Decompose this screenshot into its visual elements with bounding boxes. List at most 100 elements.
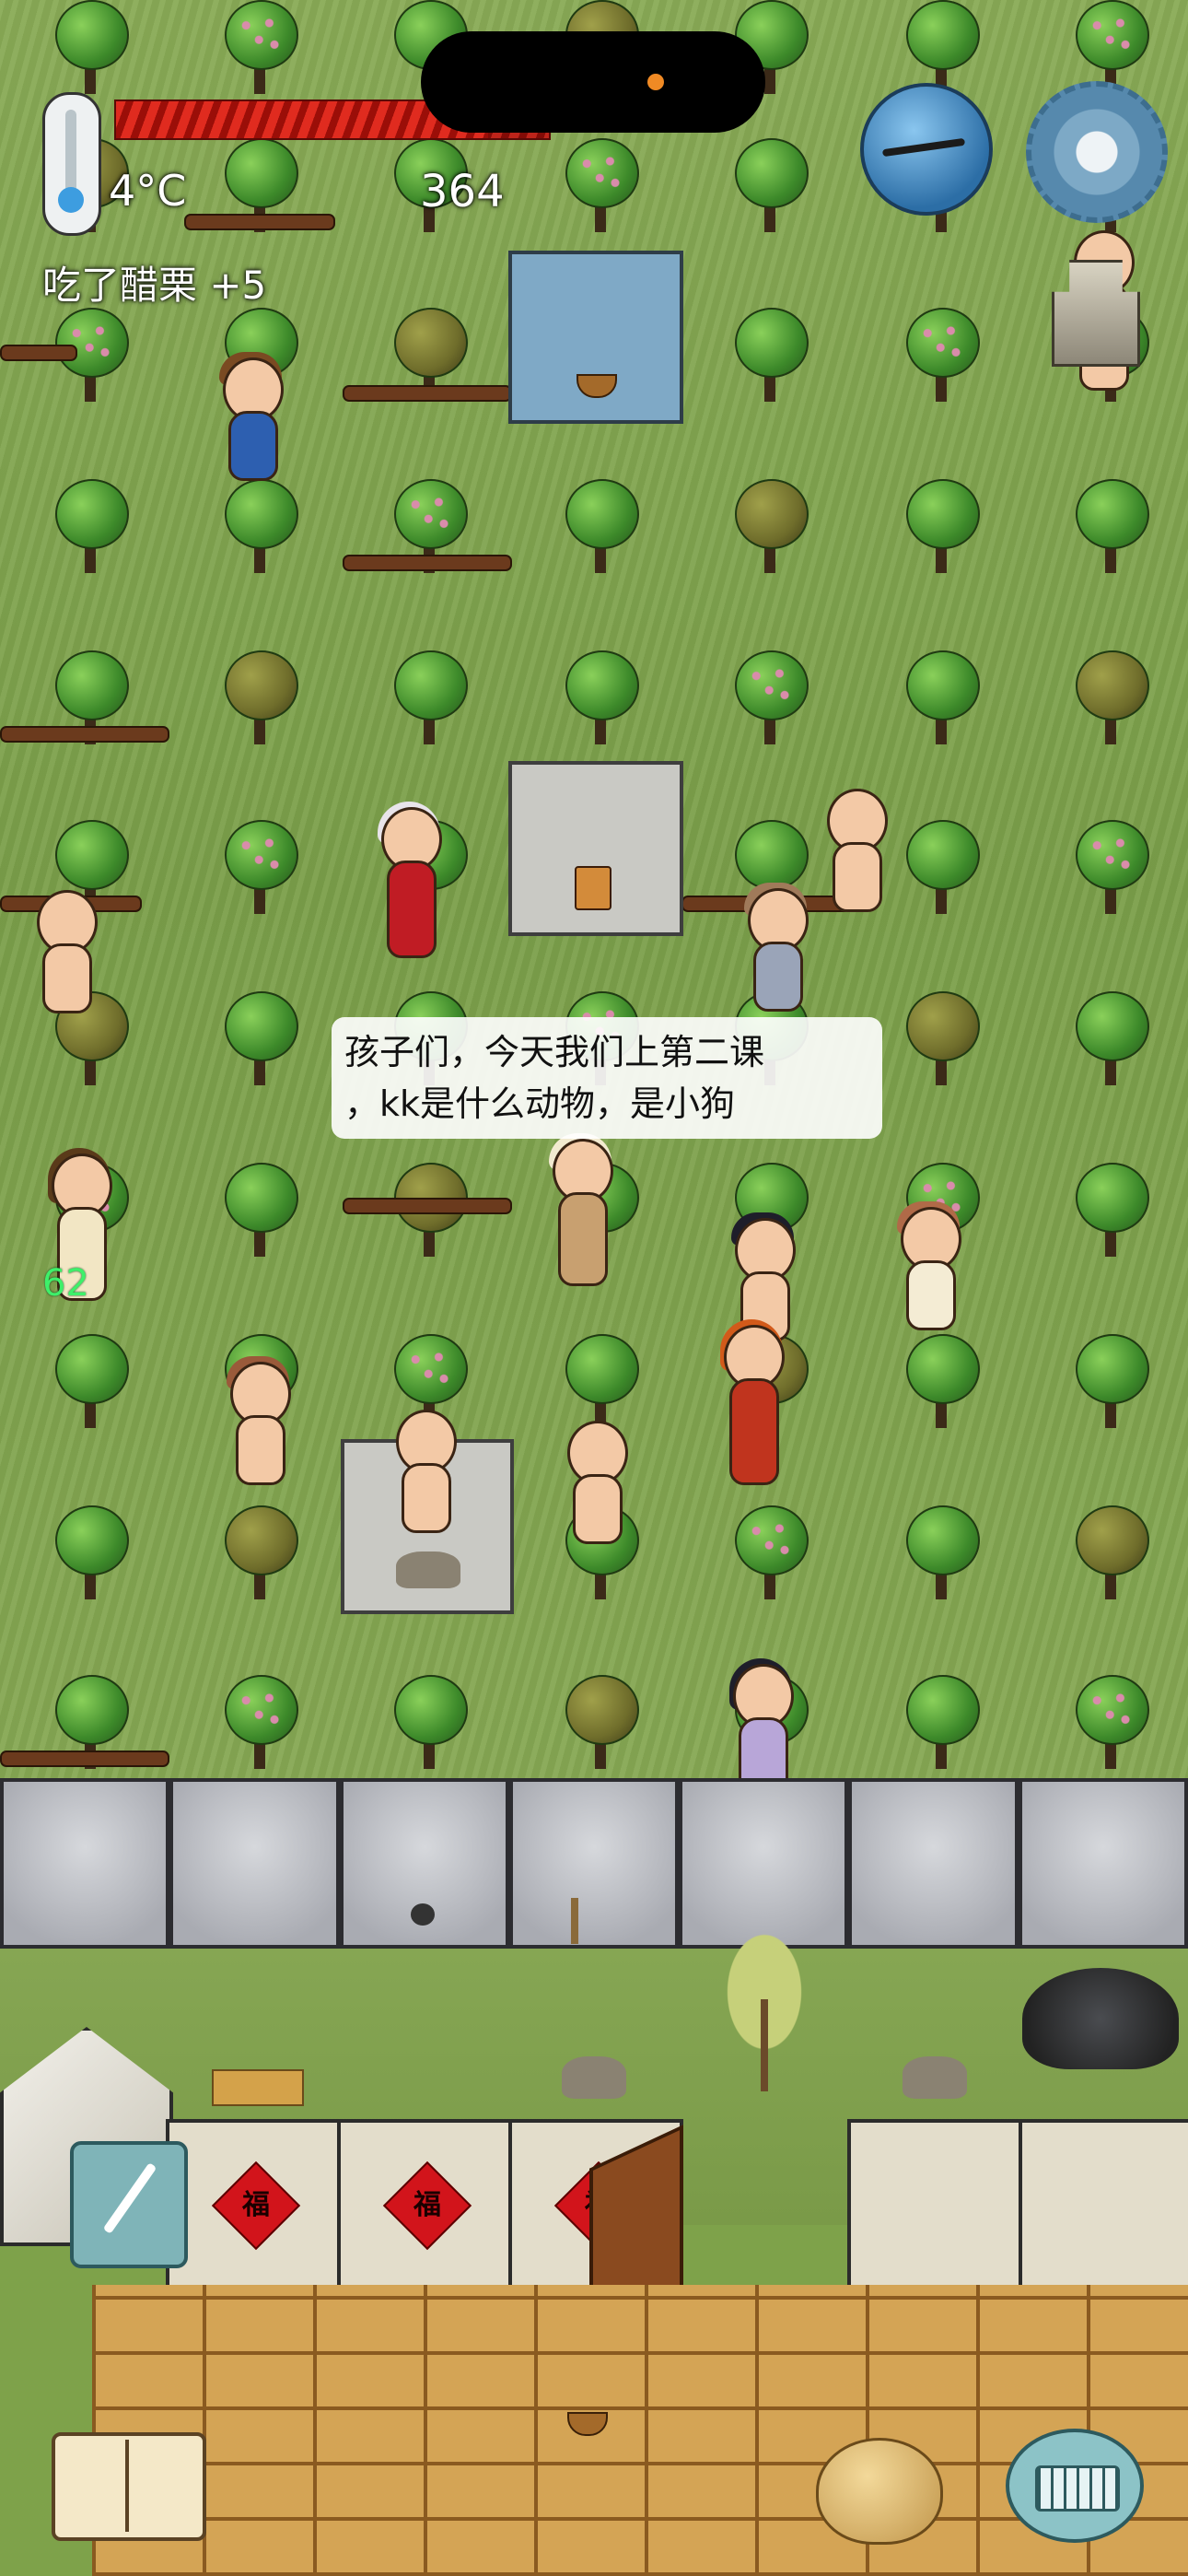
- camera-indicator: [647, 74, 664, 90]
- tree-canopy: [225, 820, 298, 890]
- berry-tree[interactable]: [558, 479, 643, 580]
- berry-tree[interactable]: [1068, 991, 1153, 1093]
- berry-tree[interactable]: [899, 1675, 984, 1776]
- berry-tree[interactable]: [899, 479, 984, 580]
- tree-canopy: [735, 1505, 809, 1575]
- stick[interactable]: [571, 1898, 578, 1944]
- berry-tree[interactable]: [387, 1675, 472, 1776]
- log: [343, 385, 512, 402]
- berry-tree[interactable]: [558, 650, 643, 752]
- rabbit-bones[interactable]: [562, 2056, 626, 2099]
- berry-tree[interactable]: [217, 820, 302, 921]
- berry-tree[interactable]: [217, 650, 302, 752]
- berry-tree[interactable]: [1068, 1675, 1153, 1776]
- tree-canopy: [906, 0, 980, 70]
- berry-tree[interactable]: [899, 650, 984, 752]
- kindling[interactable]: [212, 2069, 304, 2106]
- fu-sign: 福: [211, 2160, 301, 2251]
- log: [0, 726, 169, 743]
- rabbit-bones[interactable]: [396, 1551, 460, 1588]
- berry-tree[interactable]: [1068, 1505, 1153, 1607]
- tree-canopy: [565, 138, 639, 208]
- berry-tree[interactable]: [728, 1505, 812, 1607]
- berry-tree[interactable]: [217, 479, 302, 580]
- road-slab[interactable]: [679, 1778, 849, 1949]
- berry-tree[interactable]: [1068, 820, 1153, 921]
- stone-floor-tile[interactable]: [508, 761, 683, 936]
- berry-tree[interactable]: [48, 0, 133, 101]
- tree-canopy: [1076, 991, 1149, 1061]
- berry-tree[interactable]: [217, 1505, 302, 1607]
- berry-tree[interactable]: [558, 138, 643, 240]
- berry-tree[interactable]: [728, 308, 812, 409]
- status-message: 吃了醋栗 +5: [42, 263, 267, 308]
- berry-tree[interactable]: [217, 1675, 302, 1776]
- berry-tree[interactable]: [48, 1505, 133, 1607]
- water-tile[interactable]: [508, 251, 683, 424]
- tree-canopy: [906, 1505, 980, 1575]
- road-slab[interactable]: [848, 1778, 1019, 1949]
- tree-canopy: [225, 1505, 298, 1575]
- tree-canopy: [55, 308, 129, 378]
- wall-block[interactable]: [1019, 2119, 1188, 2292]
- berry-tree[interactable]: [1068, 479, 1153, 580]
- berry-tree[interactable]: [899, 1334, 984, 1435]
- gear-icon[interactable]: [1026, 81, 1168, 223]
- tree-canopy: [55, 1505, 129, 1575]
- potato-face-icon[interactable]: [816, 2438, 943, 2545]
- wall-block[interactable]: [847, 2119, 1022, 2292]
- tree-canopy: [565, 1334, 639, 1404]
- tree-canopy: [1076, 1505, 1149, 1575]
- temperature-readout: 4°C: [109, 166, 187, 216]
- berry-tree[interactable]: [387, 650, 472, 752]
- berry-tree[interactable]: [899, 308, 984, 409]
- berry-tree[interactable]: [728, 138, 812, 240]
- sapling[interactable]: [700, 1926, 829, 2091]
- wooden-bucket[interactable]: [575, 866, 611, 910]
- tree-canopy: [565, 479, 639, 549]
- camera-notch: [421, 31, 765, 133]
- pencil-icon[interactable]: [70, 2141, 188, 2268]
- berry-tree[interactable]: [899, 820, 984, 921]
- berry-tree[interactable]: [217, 1163, 302, 1264]
- tree-canopy: [906, 479, 980, 549]
- berry-tree[interactable]: [1068, 1334, 1153, 1435]
- keyboard-icon[interactable]: [1006, 2429, 1144, 2543]
- tree-canopy: [225, 1675, 298, 1745]
- wall-block[interactable]: 福: [166, 2119, 341, 2292]
- road-slab[interactable]: [508, 1778, 680, 1949]
- tree-canopy: [1076, 479, 1149, 549]
- book-icon[interactable]: [52, 2432, 206, 2541]
- wooden-floor[interactable]: [92, 2285, 1188, 2576]
- berry-tree[interactable]: [1068, 650, 1153, 752]
- tree-canopy: [55, 650, 129, 720]
- tree-canopy: [906, 820, 980, 890]
- road-slab[interactable]: [169, 1778, 340, 1949]
- tree-canopy: [225, 650, 298, 720]
- berry-tree[interactable]: [728, 650, 812, 752]
- tree-canopy: [906, 308, 980, 378]
- rabbit-bones[interactable]: [903, 2056, 967, 2099]
- compass-icon[interactable]: [860, 83, 993, 216]
- berry-tree[interactable]: [728, 479, 812, 580]
- berry-tree[interactable]: [48, 479, 133, 580]
- tree-canopy: [735, 308, 809, 378]
- stone-road[interactable]: [0, 1778, 1188, 1949]
- berry-tree[interactable]: [48, 1334, 133, 1435]
- road-slab[interactable]: [1018, 1778, 1188, 1949]
- berry-tree[interactable]: [217, 0, 302, 101]
- basket[interactable]: [577, 374, 617, 398]
- tree-canopy: [565, 1675, 639, 1745]
- tree-canopy: [735, 650, 809, 720]
- berry-tree[interactable]: [899, 1505, 984, 1607]
- rock-pile[interactable]: [1022, 1968, 1179, 2069]
- berry-tree[interactable]: [558, 1675, 643, 1776]
- berry-tree[interactable]: [899, 991, 984, 1093]
- wall-block[interactable]: 福: [337, 2119, 512, 2292]
- round-stone[interactable]: [411, 1903, 435, 1926]
- road-slab[interactable]: [0, 1778, 170, 1949]
- berry-tree[interactable]: [1068, 1163, 1153, 1264]
- berry-tree[interactable]: [217, 991, 302, 1093]
- tree-canopy: [1076, 0, 1149, 70]
- tree-canopy: [1076, 650, 1149, 720]
